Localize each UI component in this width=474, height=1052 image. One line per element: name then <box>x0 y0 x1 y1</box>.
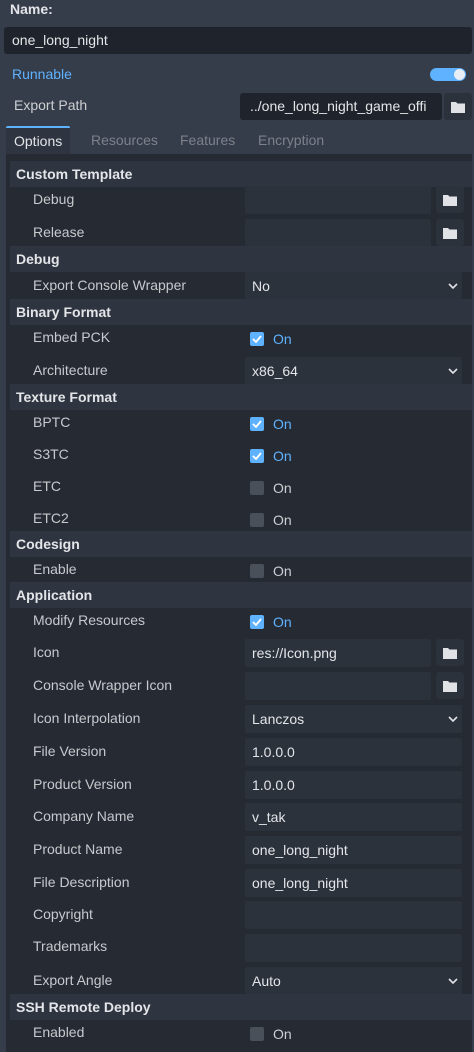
export-path-browse-button[interactable] <box>444 93 472 120</box>
etc-checkbox[interactable]: On <box>250 478 292 498</box>
chevron-down-icon <box>448 283 458 290</box>
toggle-knob <box>454 69 465 80</box>
runnable-label: Runnable <box>12 66 72 82</box>
console-wrapper-select[interactable]: No <box>245 272 462 300</box>
codesign-enable-label: Enable <box>33 561 77 577</box>
debug-template-browse-button[interactable] <box>436 186 464 213</box>
ssh-enabled-label: Enabled <box>33 1024 85 1040</box>
modify-resources-value: On <box>273 614 292 630</box>
debug-template-field[interactable] <box>245 186 431 214</box>
console-icon-browse-button[interactable] <box>436 672 464 699</box>
name-label: Name: <box>10 1 53 17</box>
tab-resources[interactable]: Resources <box>91 126 158 154</box>
checkbox-icon <box>250 564 264 578</box>
release-template-browse-button[interactable] <box>436 219 464 246</box>
console-icon-label: Console Wrapper Icon <box>33 677 173 693</box>
architecture-select[interactable]: x86_64 <box>245 357 462 385</box>
release-template-field[interactable] <box>245 219 431 247</box>
checkbox-icon <box>250 513 264 527</box>
bptc-value: On <box>273 416 292 432</box>
checkbox-icon <box>250 1027 264 1041</box>
copyright-field[interactable] <box>245 901 462 929</box>
file-description-field[interactable]: one_long_night <box>245 869 462 897</box>
codesign-enable-value: On <box>273 563 292 579</box>
console-wrapper-value: No <box>252 278 270 294</box>
folder-icon <box>443 227 457 239</box>
modify-resources-label: Modify Resources <box>33 612 146 628</box>
checkbox-icon <box>250 481 264 495</box>
debug-template-label: Debug <box>33 191 75 207</box>
section-debug[interactable]: Debug <box>10 246 472 272</box>
section-custom-template[interactable]: Custom Template <box>10 161 472 187</box>
s3tc-value: On <box>273 448 292 464</box>
file-version-label: File Version <box>33 743 107 759</box>
export-angle-value: Auto <box>252 973 281 989</box>
export-path-label: Export Path <box>14 97 88 113</box>
checkmark-icon <box>250 417 264 431</box>
ssh-enabled-value: On <box>273 1026 292 1042</box>
product-version-label: Product Version <box>33 776 132 792</box>
product-name-label: Product Name <box>33 841 123 857</box>
section-binary-format[interactable]: Binary Format <box>10 299 472 325</box>
checkmark-icon <box>250 332 264 346</box>
bptc-checkbox[interactable]: On <box>250 414 292 434</box>
chevron-down-icon <box>448 368 458 375</box>
section-ssh-remote-deploy[interactable]: SSH Remote Deploy <box>10 994 472 1020</box>
architecture-label: Architecture <box>33 362 108 378</box>
tab-bar: Options Resources Features Encryption <box>6 126 474 154</box>
trademarks-field[interactable] <box>245 934 462 962</box>
chevron-down-icon <box>448 978 458 985</box>
tab-features[interactable]: Features <box>180 126 235 154</box>
product-version-field[interactable]: 1.0.0.0 <box>245 771 462 799</box>
trademarks-label: Trademarks <box>33 938 108 954</box>
s3tc-label: S3TC <box>33 446 69 462</box>
export-angle-label: Export Angle <box>33 972 113 988</box>
bptc-label: BPTC <box>33 414 71 430</box>
icon-interpolation-value: Lanczos <box>252 711 305 727</box>
chevron-down-icon <box>448 716 458 723</box>
console-wrapper-label: Export Console Wrapper <box>33 277 187 293</box>
etc-value: On <box>273 480 292 496</box>
release-template-label: Release <box>33 224 85 240</box>
product-name-field[interactable]: one_long_night <box>245 836 462 864</box>
checkmark-icon <box>250 615 264 629</box>
console-icon-field[interactable] <box>245 672 431 700</box>
checkmark-icon <box>250 449 264 463</box>
architecture-value: x86_64 <box>252 363 298 379</box>
icon-browse-button[interactable] <box>436 639 464 666</box>
copyright-label: Copyright <box>33 906 93 922</box>
folder-icon <box>451 101 465 113</box>
name-input[interactable]: one_long_night <box>4 27 472 54</box>
export-angle-select[interactable]: Auto <box>245 967 462 995</box>
etc2-label: ETC2 <box>33 510 69 526</box>
modify-resources-checkbox[interactable]: On <box>250 612 292 632</box>
folder-icon <box>443 194 457 206</box>
section-texture-format[interactable]: Texture Format <box>10 384 472 410</box>
s3tc-checkbox[interactable]: On <box>250 446 292 466</box>
ssh-enabled-checkbox[interactable]: On <box>250 1024 292 1044</box>
icon-label: Icon <box>33 644 60 660</box>
section-application[interactable]: Application <box>10 582 472 608</box>
etc2-value: On <box>273 512 292 528</box>
etc2-checkbox[interactable]: On <box>250 510 292 530</box>
embed-pck-label: Embed PCK <box>33 329 111 345</box>
embed-pck-value: On <box>273 331 292 347</box>
icon-interpolation-select[interactable]: Lanczos <box>245 705 462 733</box>
company-name-field[interactable]: v_tak <box>245 803 462 831</box>
company-name-label: Company Name <box>33 808 135 824</box>
icon-field[interactable]: res://Icon.png <box>245 639 431 667</box>
folder-icon <box>443 680 457 692</box>
section-codesign[interactable]: Codesign <box>10 531 472 557</box>
runnable-toggle[interactable] <box>430 68 466 81</box>
etc-label: ETC <box>33 478 61 494</box>
export-path-input[interactable]: ../one_long_night_game_offi <box>240 93 442 120</box>
tab-encryption[interactable]: Encryption <box>258 126 324 154</box>
file-description-label: File Description <box>33 874 130 890</box>
embed-pck-checkbox[interactable]: On <box>250 329 292 349</box>
icon-interpolation-label: Icon Interpolation <box>33 710 141 726</box>
codesign-enable-checkbox[interactable]: On <box>250 561 292 581</box>
folder-icon <box>443 647 457 659</box>
tab-options[interactable]: Options <box>6 126 71 154</box>
file-version-field[interactable]: 1.0.0.0 <box>245 738 462 766</box>
